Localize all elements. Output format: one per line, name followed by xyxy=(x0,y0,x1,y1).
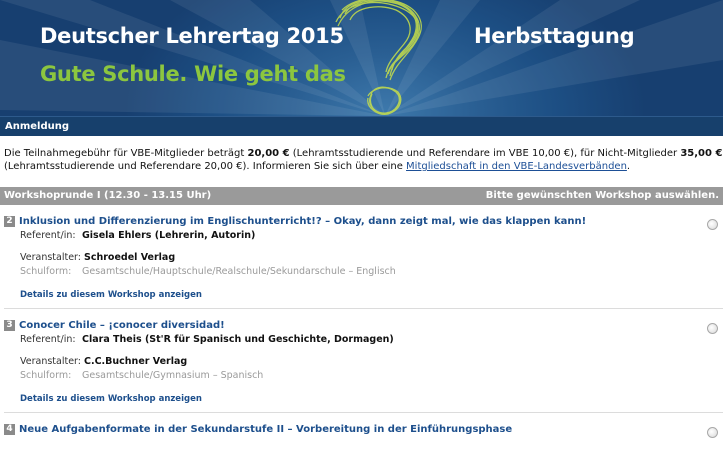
workshop-title: Neue Aufgabenformate in der Sekundarstuf… xyxy=(19,423,513,435)
workshop-details-link[interactable]: Details zu diesem Workshop anzeigen xyxy=(20,290,202,300)
workshop-round-hint: Bitte gewünschten Workshop auswählen. xyxy=(485,190,719,201)
workshop-title: Conocer Chile – ¡conocer diversidad! xyxy=(19,319,225,331)
workshop-number: 3 xyxy=(4,319,15,331)
fee-member: 20,00 € xyxy=(247,148,290,159)
workshop-select-radio[interactable] xyxy=(707,427,718,438)
workshop-select-radio[interactable] xyxy=(707,323,718,334)
divider xyxy=(4,308,723,309)
event-series-title: Herbsttagung xyxy=(474,24,635,48)
workshop-details-link[interactable]: Details zu diesem Workshop anzeigen xyxy=(20,394,202,404)
workshop-number: 4 xyxy=(4,423,15,435)
referent-label: Referent/in: xyxy=(20,230,76,241)
fee-text-1: Die Teilnahmegebühr für VBE-Mitglieder b… xyxy=(4,148,248,159)
workshop-item: 2 Inklusion und Differenzierung im Engli… xyxy=(0,213,723,309)
event-title: Deutscher Lehrertag 2015 xyxy=(40,24,344,48)
school-type-value: Gesamtschule/Hauptschule/Realschule/Seku… xyxy=(82,266,396,277)
referent-value: Clara Theis (St'R für Spanisch und Gesch… xyxy=(82,334,394,345)
workshop-item: 4 Neue Aufgabenformate in der Sekundarst… xyxy=(0,421,723,438)
organizer-value: Schroedel Verlag xyxy=(84,252,176,263)
referent-label: Referent/in: xyxy=(20,334,76,345)
workshop-round-header: Workshoprunde I (12.30 - 13.15 Uhr) Bitt… xyxy=(0,187,723,205)
membership-link[interactable]: Mitgliedschaft in den VBE-Landesverbände… xyxy=(406,161,627,172)
header-banner: Deutscher Lehrertag 2015 Gute Schule. Wi… xyxy=(0,0,723,116)
section-bar-anmeldung: Anmeldung xyxy=(0,116,723,136)
workshop-title: Inklusion und Differenzierung im Englisc… xyxy=(19,215,587,227)
organizer-label: Veranstalter: xyxy=(20,356,81,367)
organizer-label: Veranstalter: xyxy=(20,252,81,263)
school-type-value: Gesamtschule/Gymnasium – Spanisch xyxy=(82,370,264,381)
organizer-value: C.C.Buchner Verlag xyxy=(84,356,188,367)
section-bar-label: Anmeldung xyxy=(5,121,70,132)
workshop-round-label: Workshoprunde I (12.30 - 13.15 Uhr) xyxy=(4,190,212,201)
workshop-item: 3 Conocer Chile – ¡conocer diversidad! R… xyxy=(0,317,723,413)
banner-graphic xyxy=(0,0,723,116)
school-type-label: Schulform: xyxy=(20,370,72,381)
workshop-select-radio[interactable] xyxy=(707,219,718,230)
divider xyxy=(4,412,723,413)
fee-text-2: (Lehramtsstudierende und Referendare im … xyxy=(289,148,681,159)
school-type-label: Schulform: xyxy=(20,266,72,277)
workshop-number: 2 xyxy=(4,215,15,227)
fee-text-3: (Lehramtsstudierende und Referendare 20,… xyxy=(4,161,407,172)
event-subtitle: Gute Schule. Wie geht das xyxy=(40,62,346,86)
referent-value: Gisela Ehlers (Lehrerin, Autorin) xyxy=(82,230,256,241)
fee-text-4: . xyxy=(626,161,631,172)
fee-nonmember: 35,00 € xyxy=(680,148,723,159)
fee-info-paragraph: Die Teilnahmegebühr für VBE-Mitglieder b… xyxy=(0,136,723,185)
